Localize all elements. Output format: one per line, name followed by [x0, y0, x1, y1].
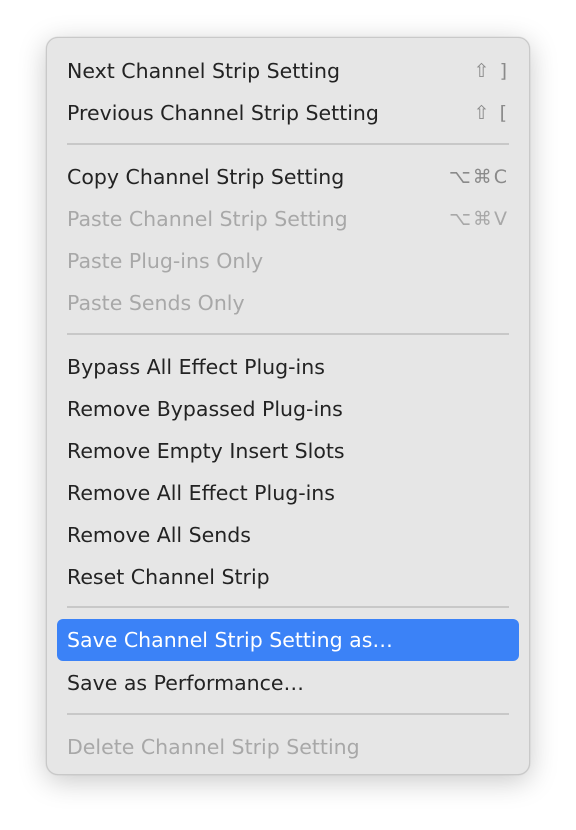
menu-item-paste-channel-strip-setting: Paste Channel Strip Setting ⌥⌘V	[57, 198, 519, 240]
shortcut-label: ⇧ ]	[473, 60, 509, 82]
menu-item-remove-all-sends[interactable]: Remove All Sends	[57, 514, 519, 556]
menu-item-reset-channel-strip[interactable]: Reset Channel Strip	[57, 556, 519, 598]
menu-item-remove-all-effect-plugins[interactable]: Remove All Effect Plug-ins	[57, 472, 519, 514]
menu-item-previous-channel-strip-setting[interactable]: Previous Channel Strip Setting ⇧ [	[57, 92, 519, 134]
shortcut-label: ⌥⌘V	[449, 208, 509, 230]
menu-item-label: Remove All Sends	[67, 523, 251, 547]
menu-item-label: Remove All Effect Plug-ins	[67, 481, 335, 505]
menu-item-label: Paste Sends Only	[67, 291, 245, 315]
menu-item-label: Remove Bypassed Plug-ins	[67, 397, 343, 421]
menu-item-label: Copy Channel Strip Setting	[67, 165, 345, 189]
menu-item-remove-bypassed-plugins[interactable]: Remove Bypassed Plug-ins	[57, 388, 519, 430]
menu-separator	[67, 713, 509, 715]
menu-item-label: Reset Channel Strip	[67, 565, 270, 589]
menu-item-label: Next Channel Strip Setting	[67, 59, 341, 83]
menu-item-remove-empty-insert-slots[interactable]: Remove Empty Insert Slots	[57, 430, 519, 472]
menu-separator	[67, 606, 509, 608]
menu-item-copy-channel-strip-setting[interactable]: Copy Channel Strip Setting ⌥⌘C	[57, 156, 519, 198]
menu-item-save-as-performance[interactable]: Save as Performance…	[57, 662, 519, 704]
menu-item-label: Paste Plug-ins Only	[67, 249, 264, 273]
menu-item-label: Save as Performance…	[67, 671, 305, 695]
menu-item-save-channel-strip-setting-as[interactable]: Save Channel Strip Setting as…	[57, 619, 519, 661]
menu-item-next-channel-strip-setting[interactable]: Next Channel Strip Setting ⇧ ]	[57, 50, 519, 92]
menu-item-label: Bypass All Effect Plug-ins	[67, 355, 325, 379]
shortcut-label: ⌥⌘C	[448, 166, 509, 188]
menu-item-delete-channel-strip-setting: Delete Channel Strip Setting	[57, 726, 519, 768]
shortcut-label: ⇧ [	[473, 102, 509, 124]
menu-item-paste-sends-only: Paste Sends Only	[57, 282, 519, 324]
menu-item-label: Remove Empty Insert Slots	[67, 439, 345, 463]
menu-item-label: Save Channel Strip Setting as…	[67, 628, 393, 652]
menu-item-paste-plugins-only: Paste Plug-ins Only	[57, 240, 519, 282]
menu-separator	[67, 143, 509, 145]
menu-item-bypass-all-effect-plugins[interactable]: Bypass All Effect Plug-ins	[57, 346, 519, 388]
menu-item-label: Delete Channel Strip Setting	[67, 735, 360, 759]
channel-strip-context-menu: Next Channel Strip Setting ⇧ ] Previous …	[46, 37, 530, 775]
menu-item-label: Previous Channel Strip Setting	[67, 101, 379, 125]
menu-item-label: Paste Channel Strip Setting	[67, 207, 348, 231]
menu-separator	[67, 333, 509, 335]
